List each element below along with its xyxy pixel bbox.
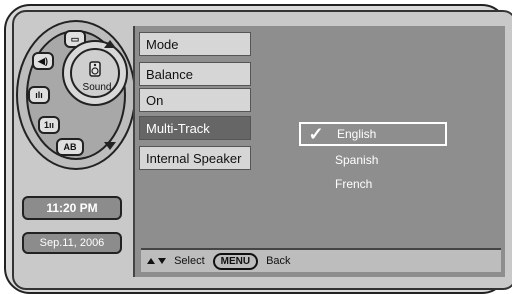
clock-time: 11:20 PM bbox=[22, 196, 122, 220]
menu-item-balance[interactable]: Balance bbox=[139, 62, 251, 86]
menu-item-multi-track[interactable]: Multi-Track bbox=[139, 116, 251, 140]
sound-label: Sound bbox=[82, 82, 112, 93]
menu-item-internal-speaker[interactable]: Internal Speaker bbox=[139, 146, 251, 170]
option-label: French bbox=[335, 177, 373, 191]
option-english[interactable]: ✓ English bbox=[299, 122, 447, 146]
down-arrow-icon bbox=[158, 258, 167, 264]
menu-item-on[interactable]: On bbox=[139, 88, 251, 112]
channel-icon[interactable]: 1ıı bbox=[38, 116, 60, 134]
option-label: English bbox=[337, 127, 377, 141]
check-icon: ✓ bbox=[308, 123, 324, 144]
sound-category-button[interactable]: Sound bbox=[62, 40, 128, 106]
dial-down-arrow-icon[interactable] bbox=[104, 142, 116, 150]
up-arrow-icon bbox=[147, 258, 155, 264]
sound-menu-panel: Mode Balance On Multi-Track Internal Spe… bbox=[133, 26, 505, 277]
speaker-icon[interactable]: ◀) bbox=[32, 52, 54, 70]
menu-item-mode[interactable]: Mode bbox=[139, 32, 251, 56]
option-french[interactable]: French bbox=[299, 172, 447, 196]
navigation-help-bar: Select MENU Back bbox=[141, 248, 501, 272]
equalizer-icon[interactable]: ılı bbox=[28, 86, 50, 104]
language-options: ✓ English Spanish French bbox=[299, 114, 447, 200]
dial-up-arrow-icon[interactable] bbox=[104, 40, 116, 48]
clock-date: Sep.11, 2006 bbox=[22, 232, 122, 254]
back-hint: Back bbox=[266, 255, 291, 267]
option-label: Spanish bbox=[335, 153, 379, 167]
select-hint: Select bbox=[174, 255, 205, 267]
speaker-icon bbox=[89, 61, 101, 77]
up-down-arrows-icon bbox=[147, 255, 167, 267]
ab-button[interactable]: AB bbox=[56, 138, 84, 156]
ab-label: AB bbox=[63, 142, 77, 152]
menu-key[interactable]: MENU bbox=[212, 252, 259, 270]
option-spanish[interactable]: Spanish bbox=[299, 148, 447, 172]
